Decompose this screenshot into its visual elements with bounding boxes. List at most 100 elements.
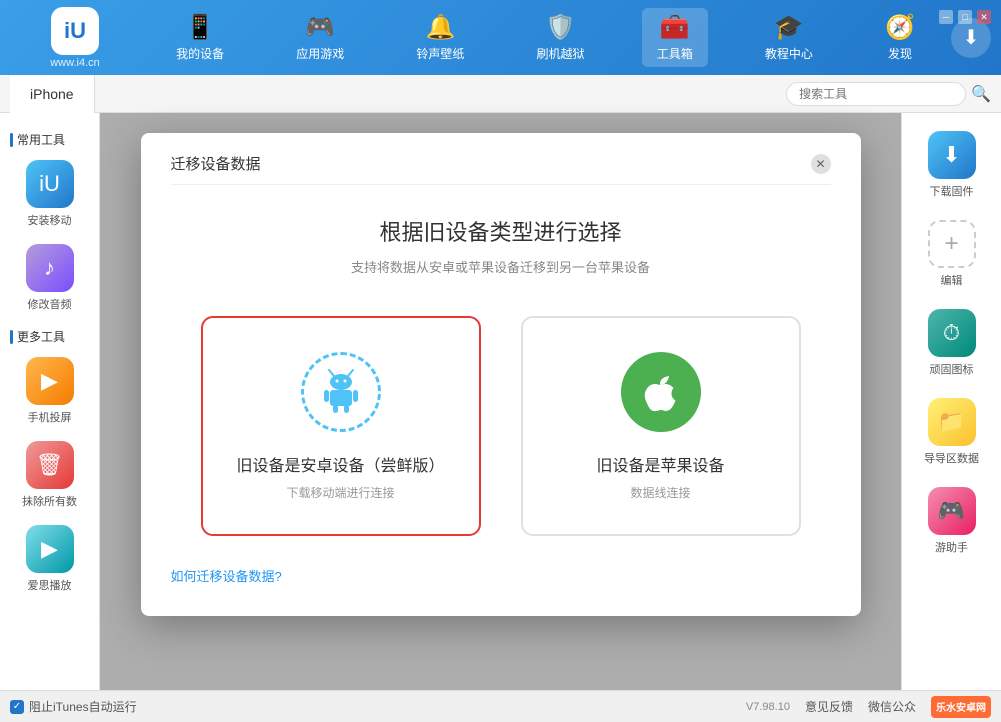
content-area: 迁移设备数据 ✕ 根据旧设备类型进行选择 支持将数据从安卓或苹果设备迁移到另一台… [100,113,901,690]
minimize-button[interactable]: ─ [939,10,953,24]
game-helper-label: 游助手 [935,539,968,555]
itunes-checkbox[interactable]: ✓ [10,700,24,714]
nav-item-tutorial[interactable]: 🎓 教程中心 [750,8,828,67]
android-device-option[interactable]: 旧设备是安卓设备（尝鲜版） 下载移动端进行连接 [201,316,481,536]
add-button[interactable]: + [928,220,976,268]
install-app-icon: iU [26,160,74,208]
nav-item-ringtones[interactable]: 🔔 铃声壁纸 [401,8,479,67]
right-item-download-firmware[interactable]: ⬇ 下载固件 [902,123,1001,207]
device-options: 旧设备是安卓设备（尝鲜版） 下载移动端进行连接 旧设备是苹果设备 [171,316,831,536]
erase-data-label: 抹除所有数 [22,493,77,509]
android-option-subtitle: 下载移动端进行连接 [286,484,394,501]
logo-icon: iU [51,7,99,55]
sidebar-item-music-player[interactable]: ▶ 爱思播放 [0,517,99,601]
version-text: V7.98.10 [746,701,790,713]
common-tools-title: 常用工具 [0,123,99,152]
jailbreak-label: 刷机越狱 [537,45,585,62]
toolbox-label: 工具箱 [657,45,693,62]
sidebar-item-screen-mirror[interactable]: ▶ 手机投屏 [0,349,99,433]
modal-header: 迁移设备数据 ✕ [171,153,831,185]
top-navigation: iU www.i4.cn 📱 我的设备 🎮 应用游戏 🔔 铃声壁纸 🛡️ 刷机越… [0,0,1001,75]
apps-games-icon: 🎮 [305,13,335,42]
discover-label: 发现 [888,45,912,62]
bottom-bar: ✓ 阻止iTunes自动运行 V7.98.10 意见反馈 微信公众 乐水安卓网 [0,690,1001,722]
brand-logo-text: 乐水安卓网 [936,699,986,714]
brand-logo: 乐水安卓网 [931,696,991,718]
second-bar: iPhone 🔍 [0,75,1001,113]
apps-games-label: 应用游戏 [296,45,344,62]
ringtones-label: 铃声壁纸 [416,45,464,62]
screen-mirror-icon: ▶ [26,357,74,405]
android-icon-wrapper [301,352,381,432]
modal-main-title: 根据旧设备类型进行选择 [171,215,831,247]
modify-media-label: 修改音频 [28,296,72,312]
music-player-icon: ▶ [26,525,74,573]
install-app-label: 安装移动 [28,212,72,228]
modal-overlay: 迁移设备数据 ✕ 根据旧设备类型进行选择 支持将数据从安卓或苹果设备迁移到另一台… [100,113,901,690]
nav-item-toolbox[interactable]: 🧰 工具箱 [642,8,708,67]
apple-device-option[interactable]: 旧设备是苹果设备 数据线连接 [521,316,801,536]
erase-data-icon: 🗑 [26,441,74,489]
jailbreak-icon: 🛡️ [546,13,576,42]
maximize-button[interactable]: □ [958,10,972,24]
window-controls: ─ □ ✕ [939,10,991,24]
modal-title: 迁移设备数据 [171,153,261,174]
search-input[interactable] [786,82,966,106]
stubborn-icon-icon: ⏱ [928,309,976,357]
ringtones-icon: 🔔 [425,13,455,42]
android-robot-icon [317,368,365,416]
apple-icon-wrapper [621,352,701,432]
logo-url: www.i4.cn [50,57,100,69]
apple-logo-icon [637,368,685,416]
sidebar-item-erase-data[interactable]: 🗑 抹除所有数 [0,433,99,517]
app-logo: iU www.i4.cn [10,7,140,69]
toolbox-icon: 🧰 [660,13,690,42]
modify-media-icon: ♪ [26,244,74,292]
android-option-title: 旧设备是安卓设备（尝鲜版） [236,452,444,476]
migrate-modal: 迁移设备数据 ✕ 根据旧设备类型进行选择 支持将数据从安卓或苹果设备迁移到另一台… [141,133,861,616]
modal-close-button[interactable]: ✕ [811,154,831,174]
nav-item-jailbreak[interactable]: 🛡️ 刷机越狱 [522,8,600,67]
nav-item-my-device[interactable]: 📱 我的设备 [161,8,239,67]
modal-footer: 如何迁移设备数据? [171,566,831,586]
tutorial-label: 教程中心 [765,45,813,62]
nav-item-discover[interactable]: 🧭 发现 [870,8,930,67]
wechat-link[interactable]: 微信公众 [868,698,916,715]
game-helper-icon: 🎮 [928,487,976,535]
search-icon[interactable]: 🔍 [971,84,991,104]
add-label: 编辑 [941,272,963,288]
migrate-help-link[interactable]: 如何迁移设备数据? [171,569,282,584]
import-export-label: 导导区数据 [924,450,979,466]
download-firmware-label: 下载固件 [930,183,974,199]
right-item-game-helper[interactable]: 🎮 游助手 [902,479,1001,563]
more-tools-title: 更多工具 [0,320,99,349]
feedback-link[interactable]: 意见反馈 [805,698,853,715]
stubborn-icon-label: 顽固图标 [930,361,974,377]
nav-item-apps-games[interactable]: 🎮 应用游戏 [281,8,359,67]
main-area: 常用工具 iU 安装移动 ♪ 修改音频 更多工具 ▶ 手机投屏 🗑 抹除所有数 … [0,113,1001,690]
my-device-icon: 📱 [185,13,215,42]
close-button[interactable]: ✕ [977,10,991,24]
right-item-stubborn-icon[interactable]: ⏱ 顽固图标 [902,301,1001,385]
device-tab-iphone[interactable]: iPhone [10,75,95,113]
modal-desc: 支持将数据从安卓或苹果设备迁移到另一台苹果设备 [171,257,831,276]
sidebar-item-install-app[interactable]: iU 安装移动 [0,152,99,236]
itunes-label: 阻止iTunes自动运行 [29,698,137,715]
apple-option-title: 旧设备是苹果设备 [596,452,724,476]
tutorial-icon: 🎓 [774,13,804,42]
download-firmware-icon: ⬇ [928,131,976,179]
my-device-label: 我的设备 [176,45,224,62]
sidebar-item-modify-media[interactable]: ♪ 修改音频 [0,236,99,320]
screen-mirror-label: 手机投屏 [28,409,72,425]
right-sidebar: ⬇ 下载固件 + 编辑 ⏱ 顽固图标 📁 导导区数据 🎮 游助手 [901,113,1001,690]
right-item-import-export[interactable]: 📁 导导区数据 [902,390,1001,474]
modal-subtitle: 根据旧设备类型进行选择 支持将数据从安卓或苹果设备迁移到另一台苹果设备 [171,215,831,276]
apple-option-subtitle: 数据线连接 [630,484,690,501]
right-item-add[interactable]: + 编辑 [902,212,1001,296]
discover-icon: 🧭 [885,13,915,42]
itunes-auto-run-check[interactable]: ✓ 阻止iTunes自动运行 [10,698,137,715]
nav-menu: 📱 我的设备 🎮 应用游戏 🔔 铃声壁纸 🛡️ 刷机越狱 🧰 工具箱 🎓 教程中… [140,8,951,67]
music-player-label: 爱思播放 [28,577,72,593]
import-export-icon: 📁 [928,398,976,446]
bottom-right-area: V7.98.10 意见反馈 微信公众 乐水安卓网 [746,696,991,718]
